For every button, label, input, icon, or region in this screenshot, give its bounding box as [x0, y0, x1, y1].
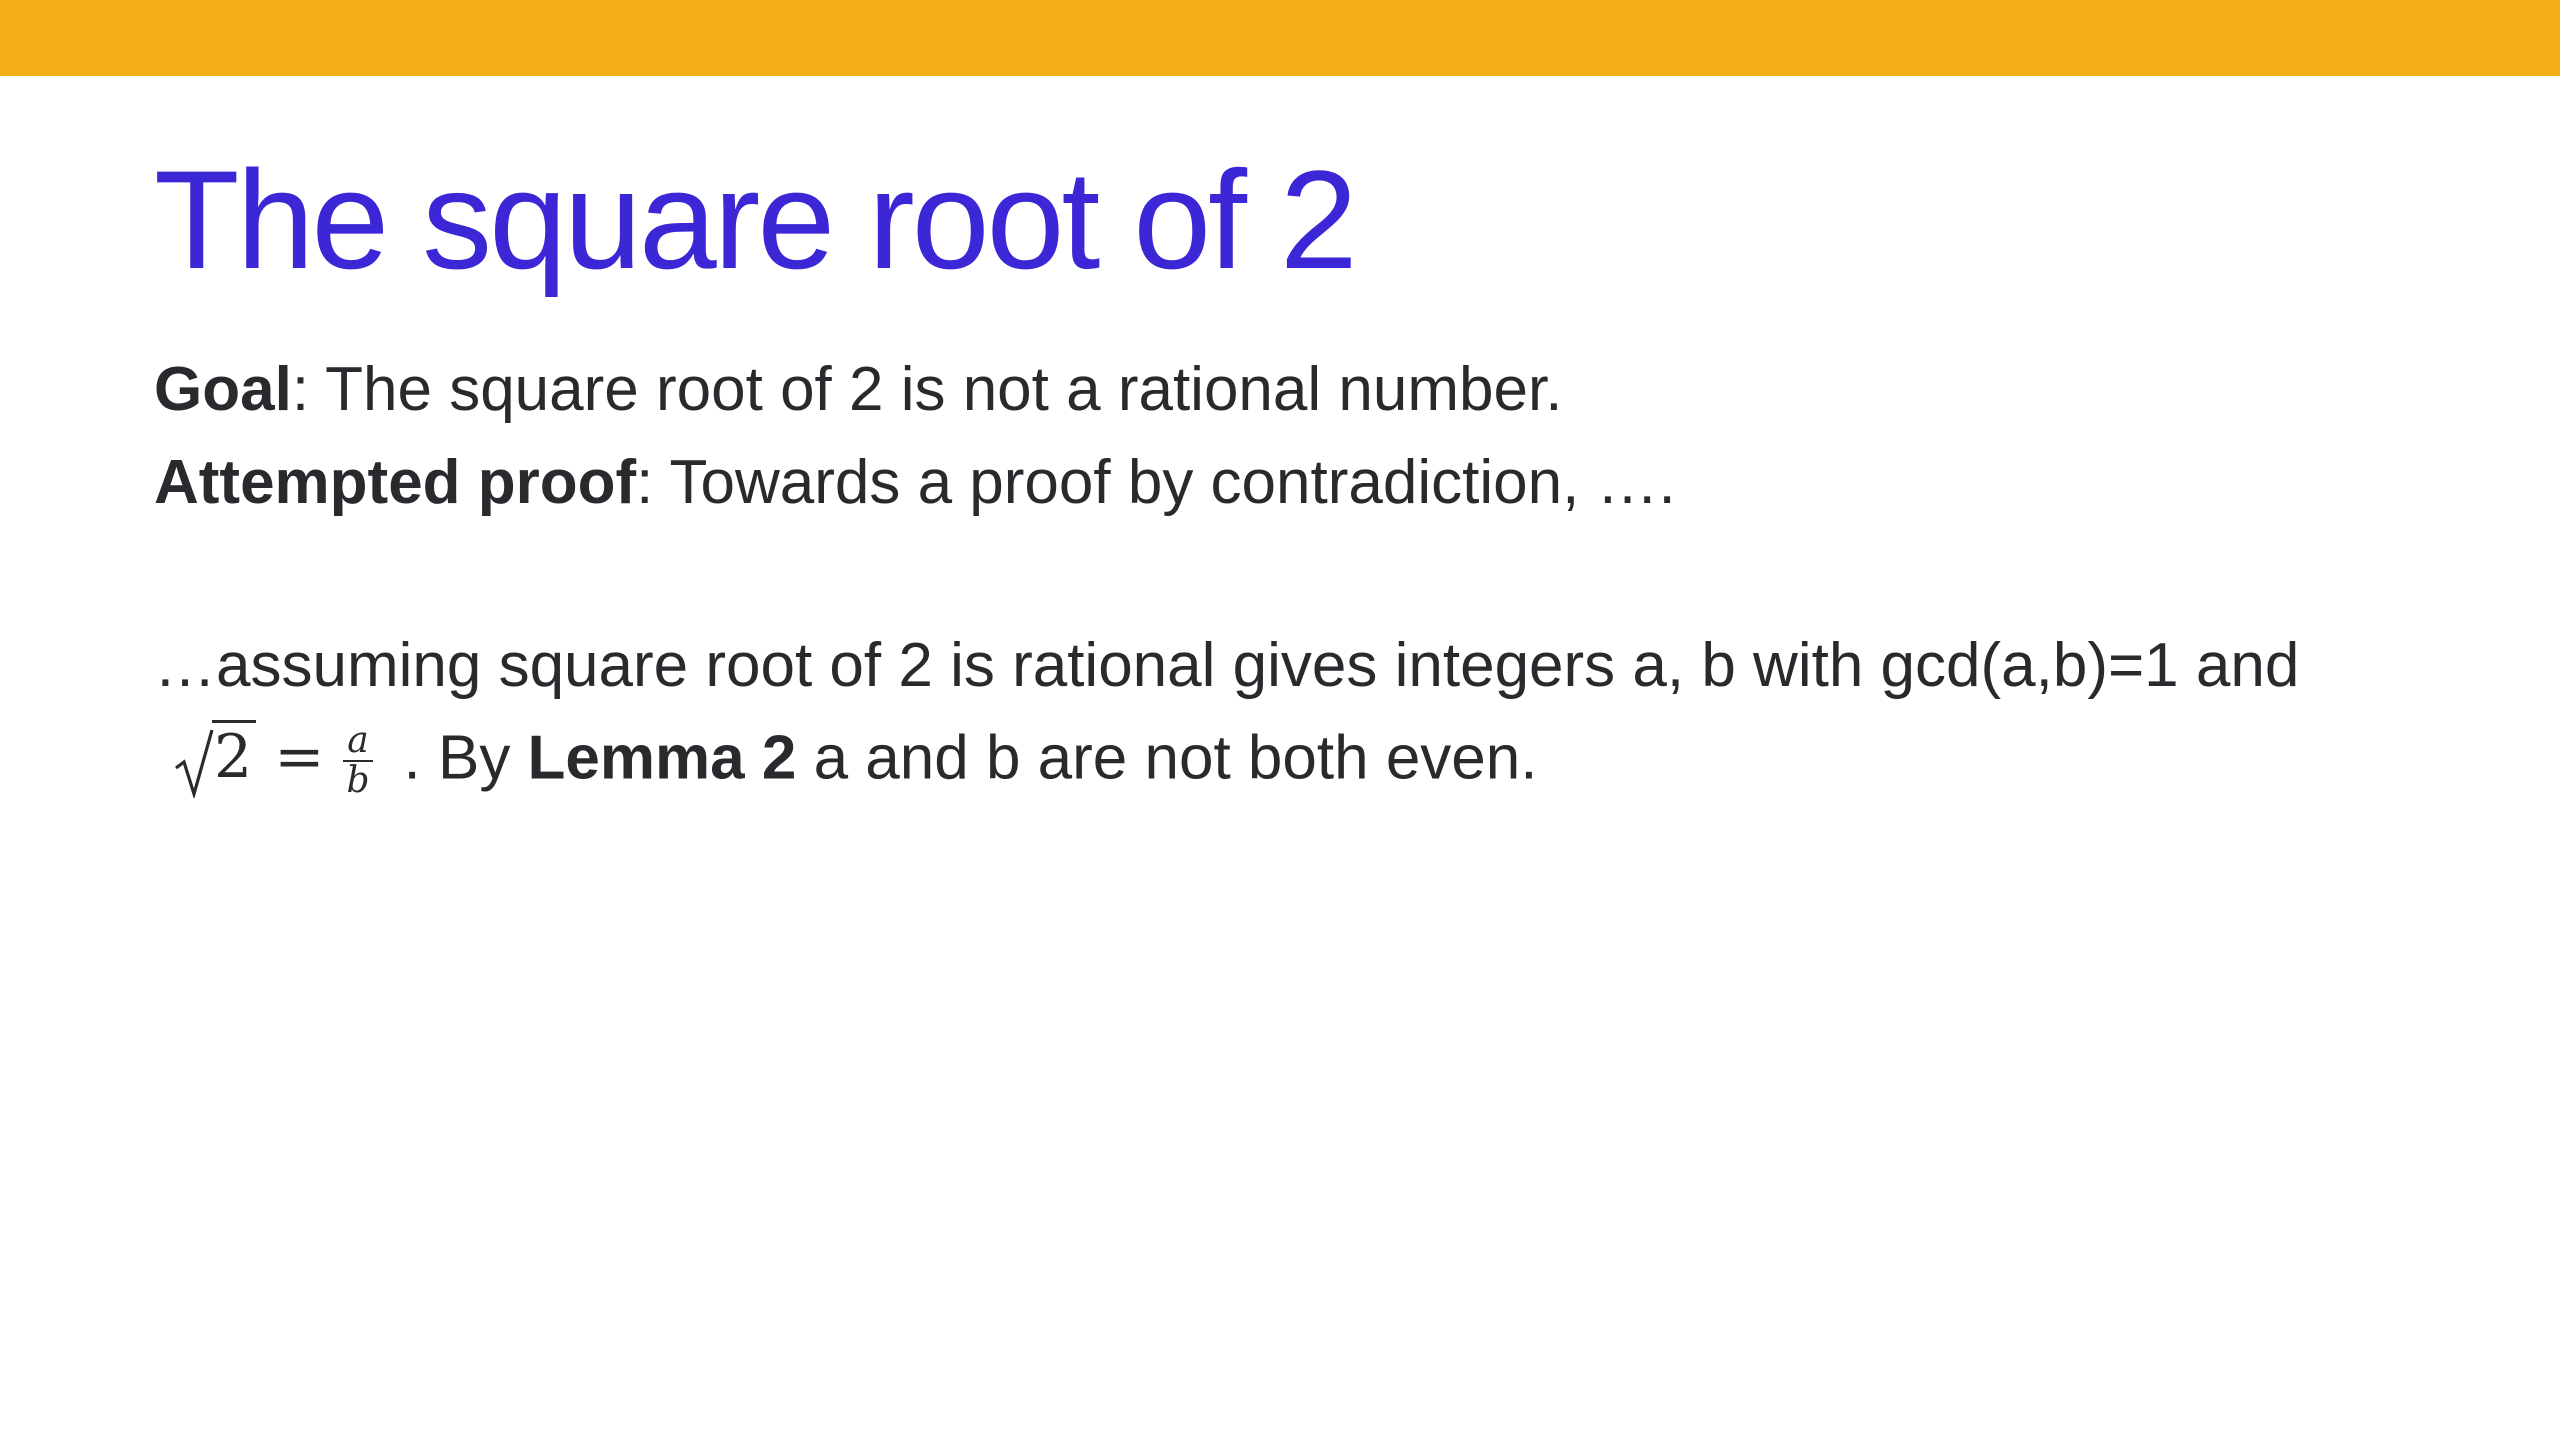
assumption-line: …assuming square root of 2 is rational g…: [154, 631, 2300, 700]
attempted-proof-label: Attempted proof: [154, 448, 637, 517]
radicand: 2: [212, 720, 257, 791]
top-accent-bar: [0, 0, 2560, 76]
conclusion-suffix: a and b are not both even.: [796, 723, 1538, 793]
fraction: ab: [342, 722, 373, 800]
conclusion-line: 2 = a b . By Lemma 2 a and b are not both …: [154, 720, 1538, 802]
denominator: b: [346, 760, 370, 802]
slide-title: The square root of 2: [154, 141, 1358, 298]
goal-label: Goal: [154, 355, 292, 424]
conclusion-prefix: . By: [403, 723, 528, 793]
lemma-reference: Lemma 2: [527, 723, 797, 793]
numerator: a: [343, 722, 373, 763]
slide: The square root of 2 Goal: The square ro…: [0, 0, 2560, 1440]
equals-sign: =: [274, 722, 325, 792]
goal-text: : The square root of 2 is not a rational…: [291, 355, 1563, 424]
attempted-proof-text: : Towards a proof by contradiction, ….: [636, 448, 1676, 517]
radical-sign-icon: [175, 729, 214, 798]
sqrt2-equals-a-over-b-formula: 2 = a b: [174, 720, 404, 800]
goal-line: Goal: The square root of 2 is not a rati…: [154, 354, 1562, 426]
square-root: 2: [174, 720, 257, 798]
attempted-proof-line: Attempted proof: Towards a proof by cont…: [154, 447, 1676, 519]
